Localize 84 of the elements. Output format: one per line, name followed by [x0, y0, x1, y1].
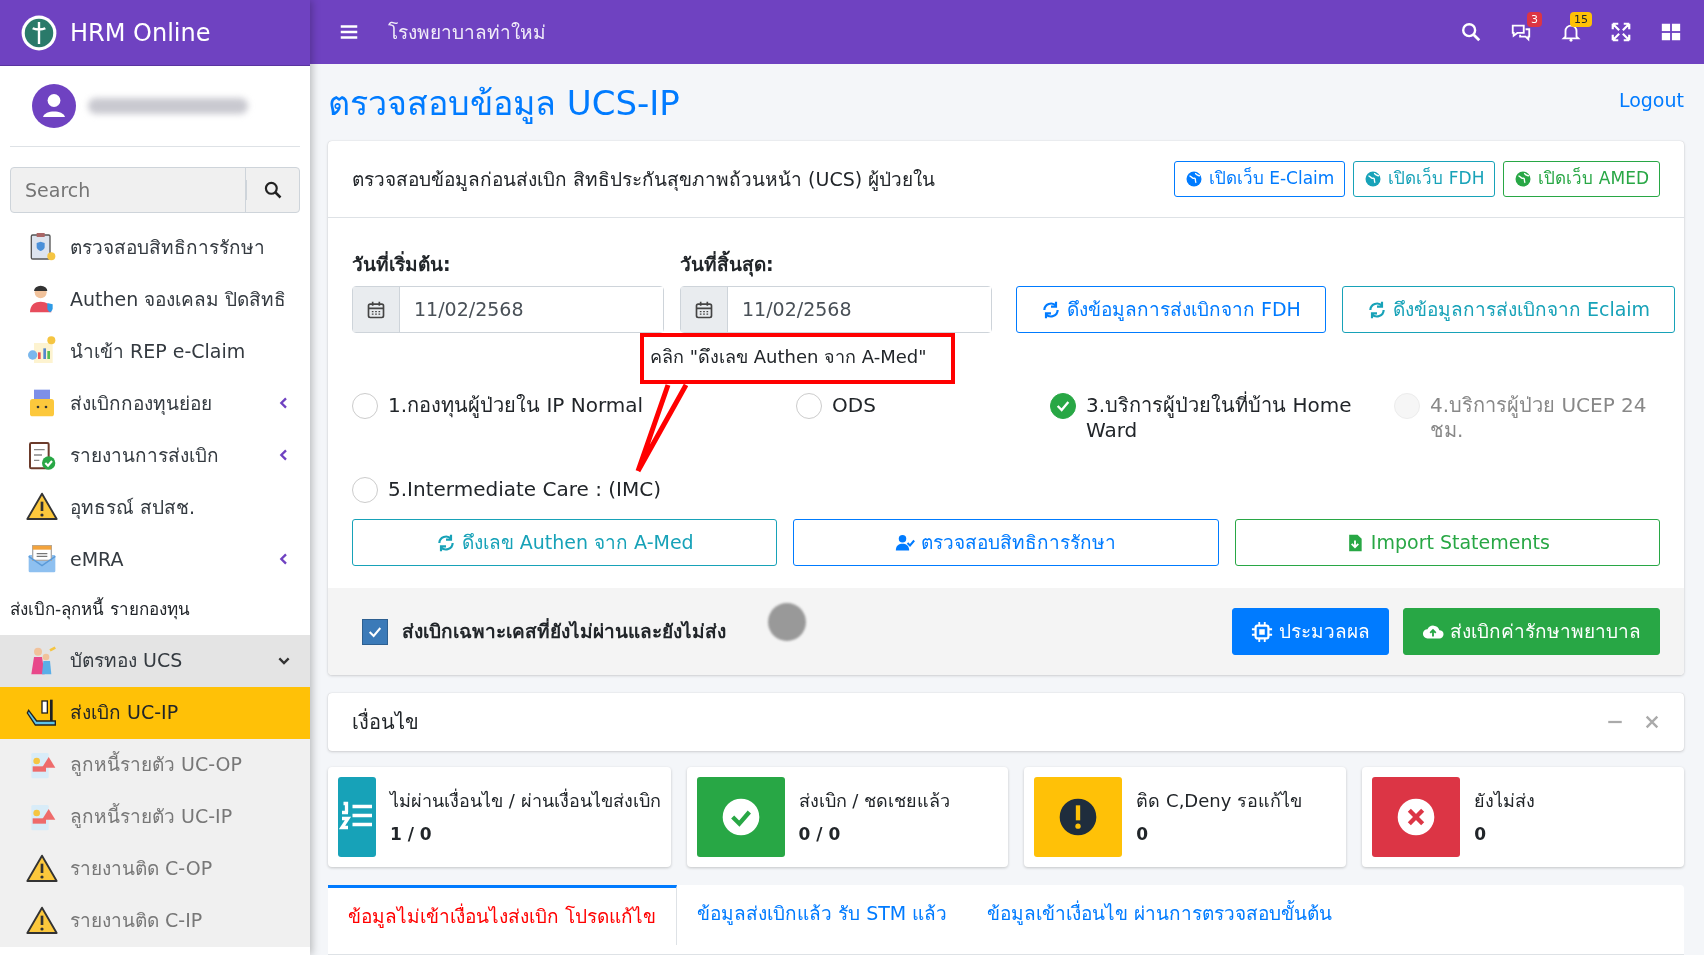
radio-label: 1.กองทุนผู้ป่วยใน IP Normal [388, 393, 644, 418]
sidebar-item[interactable]: อุทธรณ์ สปสช. [0, 481, 310, 533]
refresh-icon [1041, 299, 1061, 320]
checkmark-icon [1055, 398, 1071, 414]
calendar-icon [694, 299, 714, 320]
brand-name: HRM Online [70, 17, 211, 49]
tab[interactable]: ข้อมูลเข้าเงื่อนไข ผ่านการตรวจสอบขั้นต้น [967, 885, 1353, 942]
submit-button[interactable]: ส่งเบิกค่ารักษาพยาบาล [1403, 608, 1660, 655]
open-website-button[interactable]: เปิดเว็บ E-Claim [1173, 161, 1346, 197]
tab[interactable]: ข้อมูลไม่เข้าเงื่อนไงส่งเบิก โปรดแก้ไข [328, 885, 678, 945]
notification-count: 15 [1570, 12, 1592, 28]
stat-value: 0 [1474, 822, 1487, 846]
globe-icon [1514, 169, 1533, 188]
stat-label: ไม่ผ่านเงื่อนไข / ผ่านเงื่อนไขส่งเบิก [390, 787, 661, 813]
sidebar-item[interactable]: นำเข้า REP e-Claim [0, 325, 310, 377]
sidebar-item[interactable]: บัตรทอง UCS [0, 634, 310, 687]
check-circle-icon [720, 797, 761, 837]
radio-label: 4.บริการผู้ป่วย UCEP 24 ชม. [1430, 393, 1648, 443]
user-check-icon [895, 532, 916, 553]
sidebar-item[interactable]: ส่งเบิก UC-IP [0, 686, 310, 739]
filter-label: ส่งเบิกเฉพาะเคสที่ยังไม่ผ่านและยังไม่ส่ง [402, 617, 726, 645]
date-input-group[interactable]: 11/02/2568 [352, 286, 664, 333]
stat-value: 1 / 0 [390, 822, 433, 846]
radio-label: 5.Intermediate Care : (IMC) [388, 477, 661, 502]
radio-button[interactable] [1050, 393, 1076, 419]
submit-button[interactable]: ประมวลผล [1232, 608, 1389, 655]
sidebar-section-heading: ส่งเบิก-ลุกหนี้ รายกองทุน [9, 596, 191, 622]
panel-title: เงื่อนไข [352, 707, 420, 736]
action-button[interactable]: Import Statements [1234, 519, 1660, 566]
hospital-name: โรงพยาบาลท่าใหม่ [388, 19, 547, 45]
sidebar-search-field[interactable]: Search [11, 168, 245, 212]
sidebar-item[interactable]: Authen จองเคลม ปิดสิทธิ [0, 273, 310, 325]
search-icon[interactable] [263, 180, 283, 200]
stat-value: 0 / 0 [798, 822, 842, 846]
date-label: วันที่เริ่มต้น: [352, 250, 452, 277]
date-label: วันที่สิ้นสุด: [680, 249, 775, 278]
grid-icon[interactable] [1660, 21, 1682, 43]
search-icon[interactable] [1460, 21, 1482, 43]
exclamation-circle-icon [1058, 797, 1099, 837]
x-circle-icon [1396, 797, 1437, 837]
radio-label: ODS [832, 393, 876, 418]
warning-icon [26, 491, 58, 523]
stat-label: ส่งเบิก / ชดเชยแล้ว [798, 788, 951, 813]
sidebar-search-box[interactable]: Search [10, 167, 300, 213]
envelope-icon [26, 543, 58, 575]
radio-label: 3.บริการผู้ป่วยในที่บ้าน Home Ward [1086, 393, 1353, 443]
sidebar-item[interactable]: ส่งเบิกกองทุนย่อย [0, 377, 310, 429]
sidebar-item[interactable]: รายงานติด C-IP [0, 894, 310, 947]
open-website-button[interactable]: เปิดเว็บ AMED [1503, 161, 1660, 197]
loading-spinner-icon [768, 603, 806, 641]
notification-count: 3 [1527, 12, 1542, 28]
open-website-button[interactable]: เปิดเว็บ FDH [1353, 161, 1496, 197]
warning-icon [26, 852, 58, 885]
sidebar-item[interactable]: ลูกหนี้รายตัว UC-IP [0, 790, 310, 843]
action-button[interactable]: ตรวจสอบสิทธิการรักษา [793, 519, 1219, 566]
globe-icon [1184, 169, 1203, 188]
card-title: ตรวจสอบข้อมูลก่อนส่งเบิก สิทธิประกันสุขภาพถ้วนหน้า (UCS) ผู้ป่วยใน [352, 166, 937, 193]
emblem-logo-icon [20, 13, 58, 52]
fullscreen-icon[interactable] [1610, 21, 1632, 43]
warning-icon [26, 904, 58, 937]
stat-label: ยังไม่ส่ง [1474, 788, 1536, 813]
tab[interactable]: ข้อมูลส่งเบิกแล้ว รับ STM แล้ว [677, 885, 968, 942]
globe-icon [1364, 169, 1383, 188]
fetch-data-button[interactable]: ดึงข้อมูลการส่งเบิกจาก FDH [1016, 286, 1326, 333]
stat-label: ติด C,Deny รอแก้ไข [1136, 788, 1303, 813]
calendar-icon [366, 299, 386, 320]
refresh-icon [1366, 299, 1387, 320]
logout-link[interactable]: Logout [1618, 86, 1684, 115]
chip-icon [1251, 620, 1273, 643]
user-avatar-icon [32, 84, 76, 128]
action-button[interactable]: ดึงเลข Authen จาก A-Med [352, 519, 778, 566]
sidebar-item[interactable]: รายงานติด C-OP [0, 842, 310, 895]
filter-checkbox[interactable] [362, 618, 388, 645]
stat-value: 0 [1136, 822, 1150, 846]
annotation-callout: คลิก "ดึงเลข Authen จาก A-Med" [640, 333, 955, 384]
sidebar-item[interactable]: รายงานการส่งเบิก [0, 429, 310, 481]
page-title: ตรวจสอบข้อมูล UCS-IP [328, 82, 680, 126]
report-icon [26, 439, 58, 471]
sidebar-item[interactable]: ตรวจสอบสิทธิการรักษา [0, 221, 310, 273]
sidebar-item[interactable]: eMRA [0, 533, 310, 585]
fetch-data-button[interactable]: ดึงข้อมูลการส่งเบิกจาก Eclaim [1341, 286, 1676, 333]
refresh-icon [435, 532, 456, 553]
sidebar-item[interactable]: ลูกหนี้รายตัว UC-OP [0, 738, 310, 791]
date-input-group[interactable]: 11/02/2568 [680, 286, 992, 333]
